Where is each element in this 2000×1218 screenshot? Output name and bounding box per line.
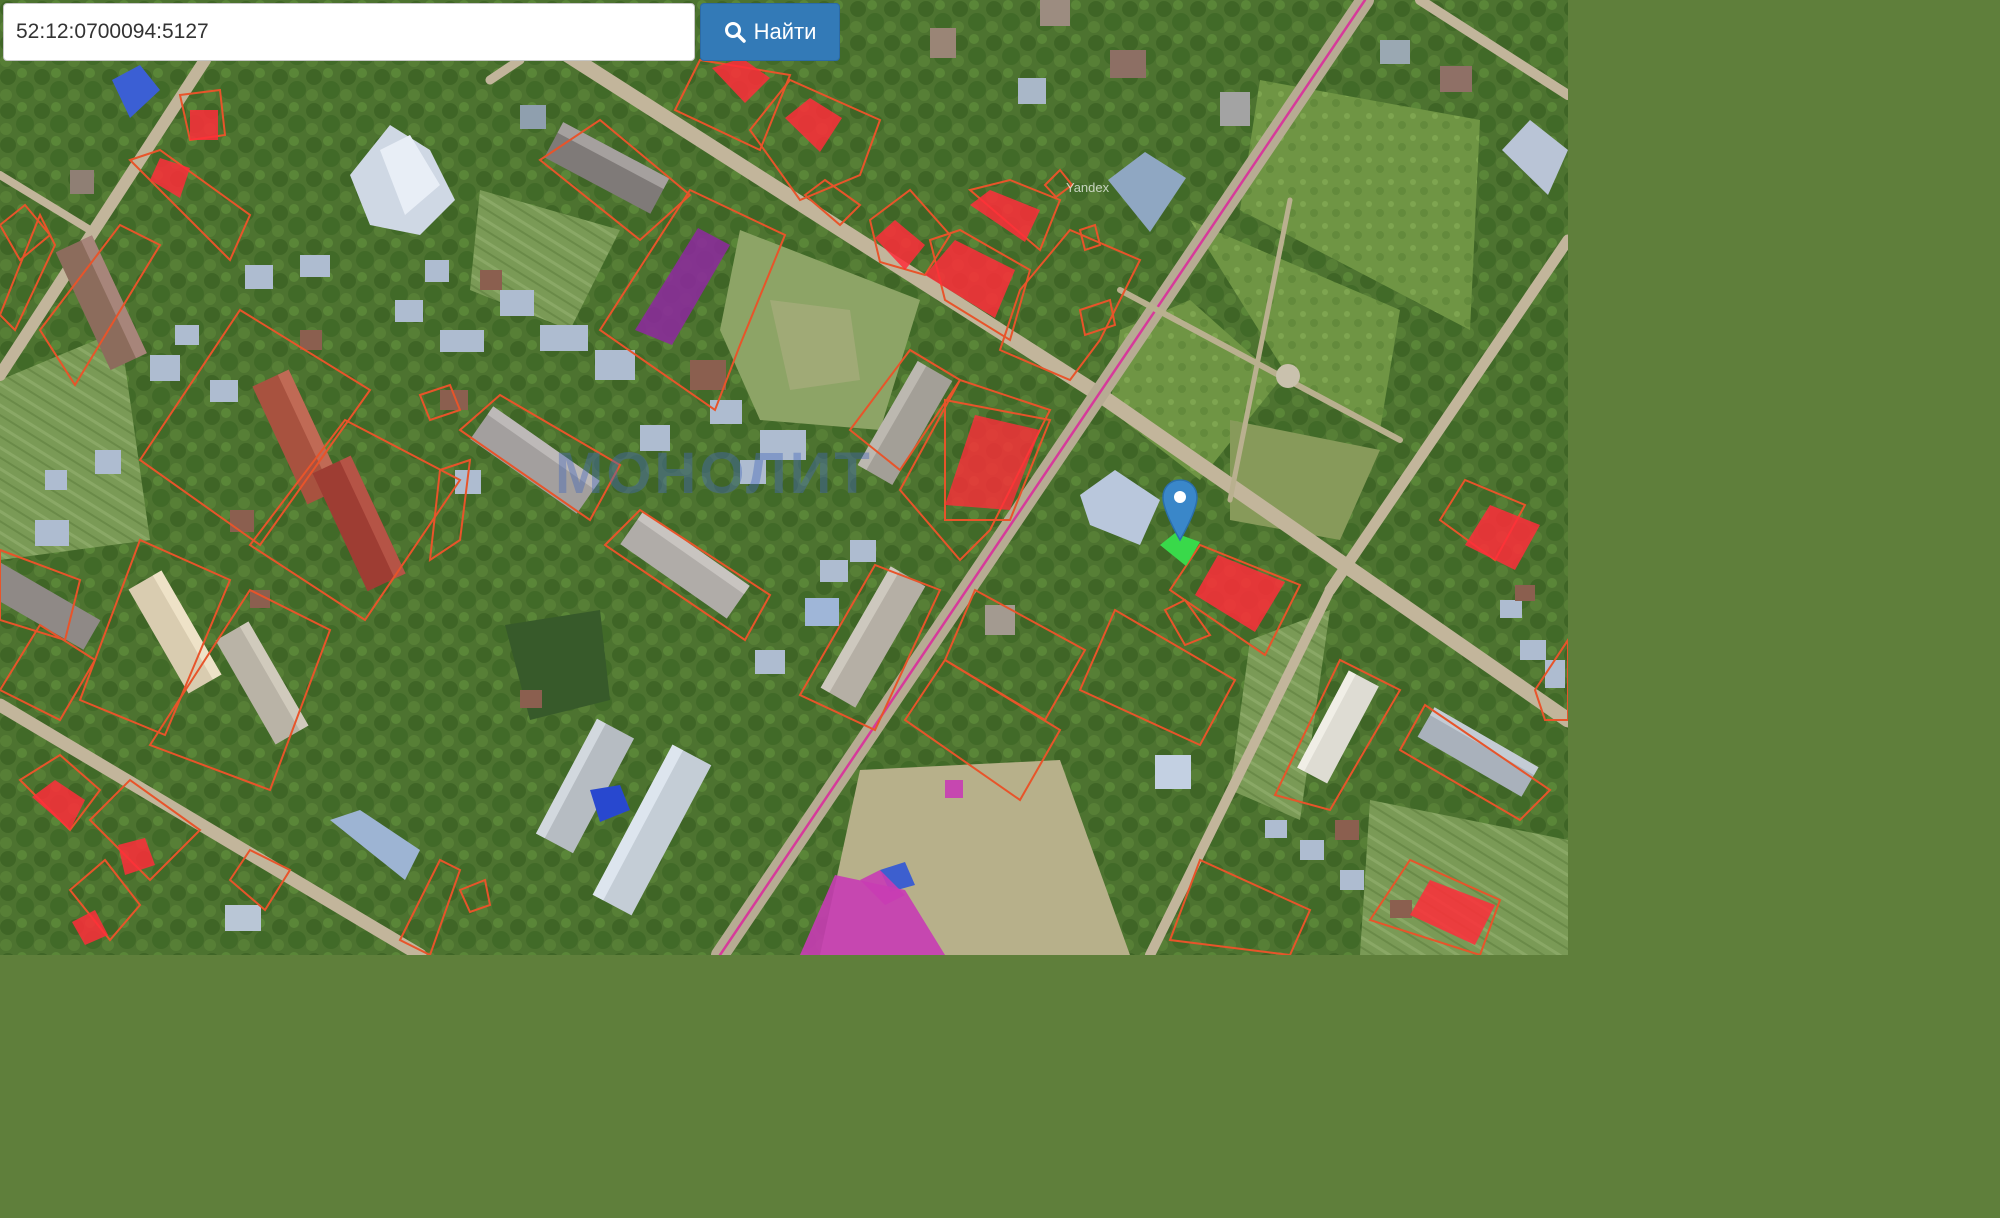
magenta-parcel	[945, 780, 963, 798]
small-house	[1380, 40, 1410, 64]
terrain-layer	[0, 0, 1568, 955]
small-house	[1440, 66, 1472, 92]
map-pin-icon[interactable]	[1161, 478, 1199, 542]
small-house	[1155, 755, 1191, 789]
small-house	[1040, 0, 1070, 26]
small-house	[520, 105, 546, 129]
small-house	[70, 170, 94, 194]
search-icon	[724, 22, 746, 43]
search-button-label: Найти	[753, 19, 817, 44]
small-house	[1018, 78, 1046, 104]
satellite-map[interactable]	[0, 0, 1568, 955]
search-bar: Найти	[3, 3, 840, 61]
small-house	[805, 598, 839, 626]
search-input[interactable]	[3, 3, 695, 61]
small-house	[1220, 92, 1250, 126]
search-button[interactable]: Найти	[700, 3, 840, 61]
small-house	[930, 28, 956, 58]
small-house	[1110, 50, 1146, 78]
small-house	[225, 905, 261, 931]
